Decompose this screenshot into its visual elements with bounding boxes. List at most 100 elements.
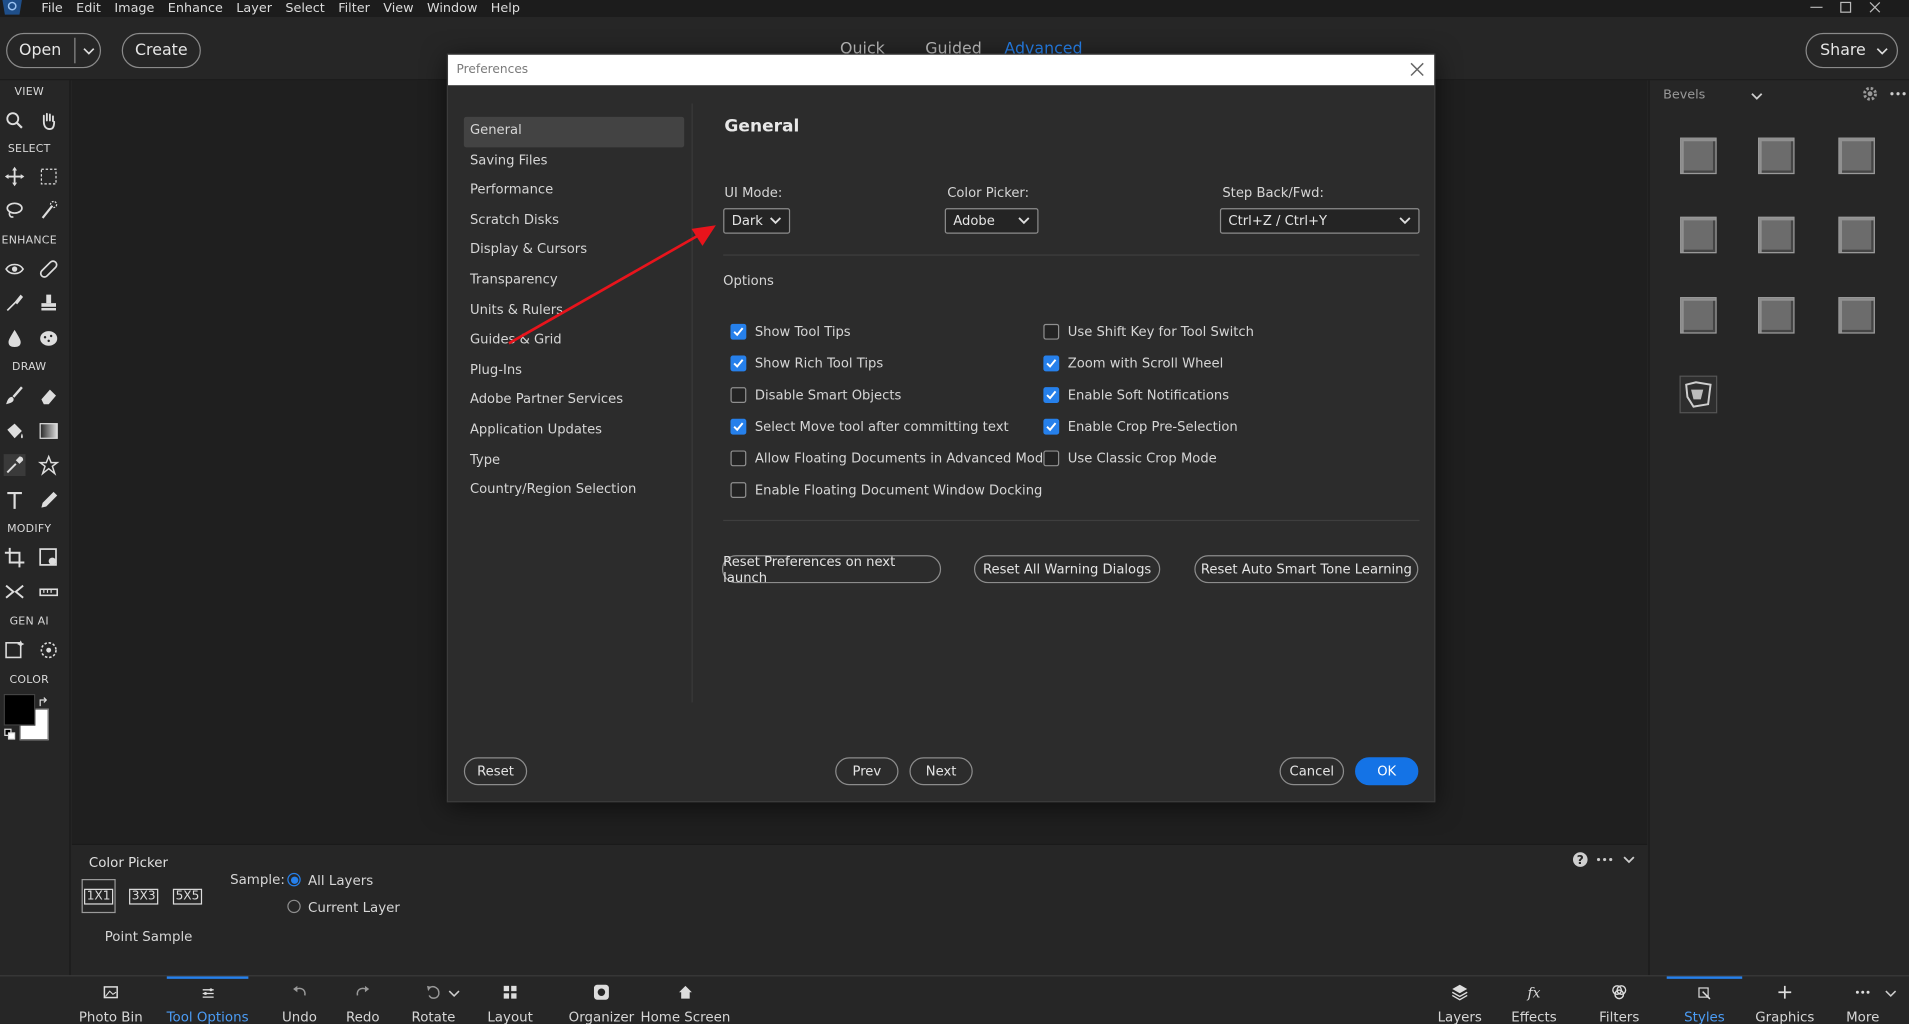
category-country-region[interactable]: Country/Region Selection	[464, 476, 684, 506]
checkbox[interactable]	[730, 323, 747, 340]
create-button[interactable]: Create	[121, 32, 201, 69]
type-icon[interactable]	[4, 489, 26, 511]
more-options-icon[interactable]	[1596, 852, 1613, 867]
option-disable-smart-objects[interactable]: Disable Smart Objects	[730, 387, 901, 403]
generative-fill-icon[interactable]	[4, 639, 26, 661]
clone-stamp-icon[interactable]	[38, 292, 60, 314]
undo-button[interactable]: Undo	[275, 976, 324, 1024]
reset-preferences-button[interactable]: Reset Preferences on next launch	[721, 553, 942, 585]
category-application-updates[interactable]: Application Updates	[464, 416, 684, 446]
option-shift-key-tool-switch[interactable]: Use Shift Key for Tool Switch	[1043, 323, 1254, 340]
sample-size-3x3[interactable]: 3X3	[127, 879, 161, 913]
lasso-icon[interactable]	[4, 200, 26, 222]
recompose-icon[interactable]	[38, 547, 60, 569]
option-zoom-scroll-wheel[interactable]: Zoom with Scroll Wheel	[1043, 355, 1223, 372]
style-thumb-bevel[interactable]	[1680, 216, 1717, 254]
move-icon[interactable]	[4, 166, 26, 188]
prev-button[interactable]: Prev	[835, 757, 899, 786]
style-thumb-bevel[interactable]	[1758, 297, 1795, 334]
open-button[interactable]: Open	[6, 32, 102, 69]
pencil-icon[interactable]	[38, 489, 60, 511]
styles-button[interactable]: Styles	[1666, 976, 1743, 1024]
option-soft-notifications[interactable]: Enable Soft Notifications	[1043, 387, 1229, 403]
straighten-icon[interactable]	[38, 581, 60, 603]
sample-current-layer-label[interactable]: Current Layer	[308, 900, 400, 916]
menu-layer[interactable]: Layer	[236, 1, 272, 16]
menu-help[interactable]: Help	[491, 1, 520, 16]
option-show-tool-tips[interactable]: Show Tool Tips	[730, 323, 851, 340]
style-thumb-bevel[interactable]	[1838, 216, 1875, 254]
category-general[interactable]: General	[463, 116, 685, 147]
menu-file[interactable]: File	[41, 1, 62, 16]
share-button[interactable]: Share	[1805, 32, 1899, 69]
sample-size-1x1[interactable]: 1X1	[81, 879, 116, 914]
chevron-down-icon[interactable]	[1885, 987, 1897, 999]
tool-options-button[interactable]: Tool Options	[167, 976, 249, 1024]
help-icon[interactable]: ?	[1572, 851, 1589, 868]
checkbox[interactable]	[1043, 450, 1060, 467]
hand-icon[interactable]	[38, 110, 60, 132]
layout-button[interactable]: Layout	[485, 976, 536, 1024]
gear-icon[interactable]	[1862, 85, 1879, 102]
checkbox[interactable]	[1043, 323, 1060, 340]
filters-button[interactable]: Filters	[1594, 976, 1645, 1024]
option-select-move-tool[interactable]: Select Move tool after committing text	[730, 418, 1009, 435]
swap-colors-icon[interactable]	[38, 696, 50, 708]
collapse-panel-icon[interactable]	[1622, 852, 1637, 867]
checkbox[interactable]	[1043, 418, 1060, 435]
menu-enhance[interactable]: Enhance	[168, 1, 223, 16]
checkbox[interactable]	[1043, 387, 1060, 403]
default-colors-icon[interactable]	[4, 728, 16, 740]
option-crop-pre-selection[interactable]: Enable Crop Pre-Selection	[1043, 418, 1238, 435]
redo-button[interactable]: Redo	[341, 976, 385, 1024]
menu-select[interactable]: Select	[285, 1, 324, 16]
paint-bucket-icon[interactable]	[4, 420, 26, 442]
category-performance[interactable]: Performance	[464, 177, 684, 207]
category-type[interactable]: Type	[464, 446, 684, 476]
sponge-icon[interactable]	[38, 327, 60, 349]
cancel-button[interactable]: Cancel	[1279, 757, 1345, 786]
checkbox[interactable]	[730, 355, 747, 372]
smart-brush-icon[interactable]	[4, 292, 26, 314]
reset-smart-tone-button[interactable]: Reset Auto Smart Tone Learning	[1194, 555, 1419, 584]
eraser-icon[interactable]	[38, 385, 60, 407]
zoom-icon[interactable]	[4, 110, 26, 132]
menu-filter[interactable]: Filter	[338, 1, 370, 16]
eyedropper-icon[interactable]	[3, 454, 26, 477]
step-back-dropdown[interactable]: Ctrl+Z / Ctrl+Y	[1219, 208, 1420, 234]
gradient-icon[interactable]	[38, 420, 60, 442]
layers-button[interactable]: Layers	[1435, 976, 1484, 1024]
option-show-rich-tool-tips[interactable]: Show Rich Tool Tips	[730, 355, 883, 372]
style-thumb-bevel[interactable]	[1838, 297, 1875, 334]
menu-edit[interactable]: Edit	[76, 1, 101, 16]
style-thumb-bevel[interactable]	[1758, 216, 1795, 254]
style-thumb-custom-icon[interactable]	[1679, 375, 1718, 414]
style-thumb-bevel[interactable]	[1758, 137, 1795, 175]
checkbox[interactable]	[730, 418, 747, 435]
foreground-color-swatch[interactable]	[3, 693, 36, 726]
style-thumb-bevel[interactable]	[1680, 137, 1717, 175]
sample-current-layer-radio[interactable]	[287, 899, 301, 914]
checkbox[interactable]	[730, 450, 747, 467]
close-window-icon[interactable]	[1868, 1, 1883, 13]
more-options-icon[interactable]	[1890, 86, 1907, 101]
home-screen-button[interactable]: Home Screen	[641, 976, 730, 1024]
quick-selection-icon[interactable]	[38, 200, 60, 222]
option-classic-crop-mode[interactable]: Use Classic Crop Mode	[1043, 450, 1217, 467]
more-button[interactable]: More	[1841, 976, 1885, 1024]
sample-all-layers-radio[interactable]	[287, 872, 301, 887]
checkbox[interactable]	[730, 482, 747, 498]
category-plug-ins[interactable]: Plug-Ins	[464, 356, 684, 386]
checkbox[interactable]	[1043, 355, 1060, 372]
red-eye-icon[interactable]	[4, 258, 26, 280]
chevron-down-icon[interactable]	[448, 987, 460, 999]
category-adobe-partner-services[interactable]: Adobe Partner Services	[464, 386, 684, 416]
menu-window[interactable]: Window	[427, 1, 477, 16]
graphics-button[interactable]: Graphics	[1755, 976, 1814, 1024]
rotate-button[interactable]: Rotate	[407, 976, 461, 1024]
marquee-icon[interactable]	[38, 166, 60, 188]
content-aware-move-icon[interactable]	[4, 581, 26, 603]
menu-view[interactable]: View	[383, 1, 413, 16]
sample-size-5x5[interactable]: 5X5	[170, 879, 204, 913]
checkbox[interactable]	[730, 387, 747, 403]
